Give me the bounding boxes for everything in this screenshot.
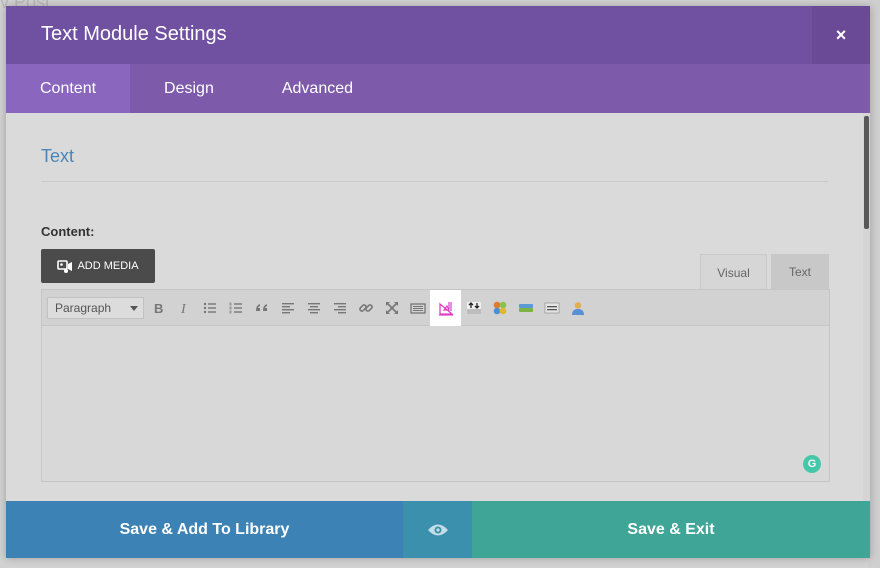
- toggle-button[interactable]: [516, 298, 536, 318]
- format-select-value: Paragraph: [55, 301, 112, 315]
- modal-footer: Save & Add To Library Save & Exit: [6, 501, 870, 558]
- bold-icon: B: [154, 301, 163, 316]
- close-button[interactable]: ×: [812, 6, 870, 64]
- bullet-list-icon: [203, 302, 216, 314]
- keyboard-icon: [410, 303, 426, 314]
- align-left-icon: [282, 303, 294, 314]
- blockquote-icon: [256, 304, 267, 311]
- align-center-button[interactable]: [304, 298, 324, 318]
- tab-content[interactable]: Content: [6, 64, 131, 113]
- editor-tab-text[interactable]: Text: [771, 254, 829, 290]
- eye-icon: [427, 524, 448, 535]
- fullscreen-icon: [386, 302, 398, 314]
- align-center-icon: [308, 303, 320, 314]
- align-right-button[interactable]: [330, 298, 350, 318]
- bold-button[interactable]: B: [148, 298, 168, 318]
- user-button[interactable]: [568, 298, 588, 318]
- link-icon: [359, 304, 373, 312]
- svg-text:I: I: [180, 302, 187, 316]
- blockquote-button[interactable]: [252, 298, 272, 318]
- color-palette-button[interactable]: [490, 298, 510, 318]
- lines-icon: [544, 302, 560, 314]
- shape-insert-button[interactable]: [430, 290, 461, 326]
- italic-icon: I: [180, 302, 187, 316]
- modal-header: Text Module Settings ×: [6, 6, 870, 64]
- align-right-icon: [334, 303, 346, 314]
- scrollbar-thumb[interactable]: [864, 116, 869, 229]
- numbered-list-icon: [229, 302, 242, 314]
- settings-tabs: Content Design Advanced: [6, 64, 870, 113]
- add-media-label: ADD MEDIA: [77, 260, 139, 272]
- insert-row-button[interactable]: [464, 298, 484, 318]
- chevron-down-icon: [130, 306, 138, 311]
- modal-title: Text Module Settings: [41, 23, 227, 45]
- fullscreen-button[interactable]: [382, 298, 402, 318]
- insert-row-icon: [467, 302, 481, 314]
- keyboard-button[interactable]: [408, 298, 428, 318]
- svg-text:B: B: [154, 301, 163, 316]
- content-field-label: Content:: [41, 224, 95, 239]
- shape-insert-icon: [438, 302, 454, 316]
- content-editor[interactable]: G: [41, 326, 830, 482]
- bullet-list-button[interactable]: [200, 298, 220, 318]
- close-icon: ×: [835, 24, 847, 45]
- save-exit-button[interactable]: Save & Exit: [472, 501, 870, 558]
- lines-button[interactable]: [542, 298, 562, 318]
- settings-modal: Text Module Settings × Content Design Ad…: [6, 6, 870, 558]
- tab-advanced[interactable]: Advanced: [248, 64, 387, 113]
- italic-button[interactable]: I: [174, 298, 194, 318]
- scrollbar[interactable]: [863, 113, 870, 501]
- toggle-icon: [519, 304, 533, 312]
- link-button[interactable]: [356, 298, 376, 318]
- tab-design[interactable]: Design: [130, 64, 248, 113]
- add-media-button[interactable]: ADD MEDIA: [41, 249, 155, 283]
- preview-button[interactable]: [403, 501, 472, 558]
- grammarly-icon[interactable]: G: [803, 455, 821, 473]
- section-divider: [41, 181, 828, 182]
- align-left-button[interactable]: [278, 298, 298, 318]
- settings-scroll-area: Text Content: ADD MEDIA Visual Text Para…: [6, 113, 870, 501]
- format-select[interactable]: Paragraph: [47, 297, 144, 319]
- save-add-to-library-button[interactable]: Save & Add To Library: [6, 501, 403, 558]
- editor-tab-visual[interactable]: Visual: [700, 254, 767, 290]
- color-palette-icon: [493, 301, 507, 315]
- section-title[interactable]: Text: [41, 146, 74, 167]
- user-icon: [572, 302, 584, 315]
- editor-toolbar: Paragraph B I: [41, 289, 830, 326]
- numbered-list-button[interactable]: [226, 298, 246, 318]
- media-icon: [57, 260, 73, 273]
